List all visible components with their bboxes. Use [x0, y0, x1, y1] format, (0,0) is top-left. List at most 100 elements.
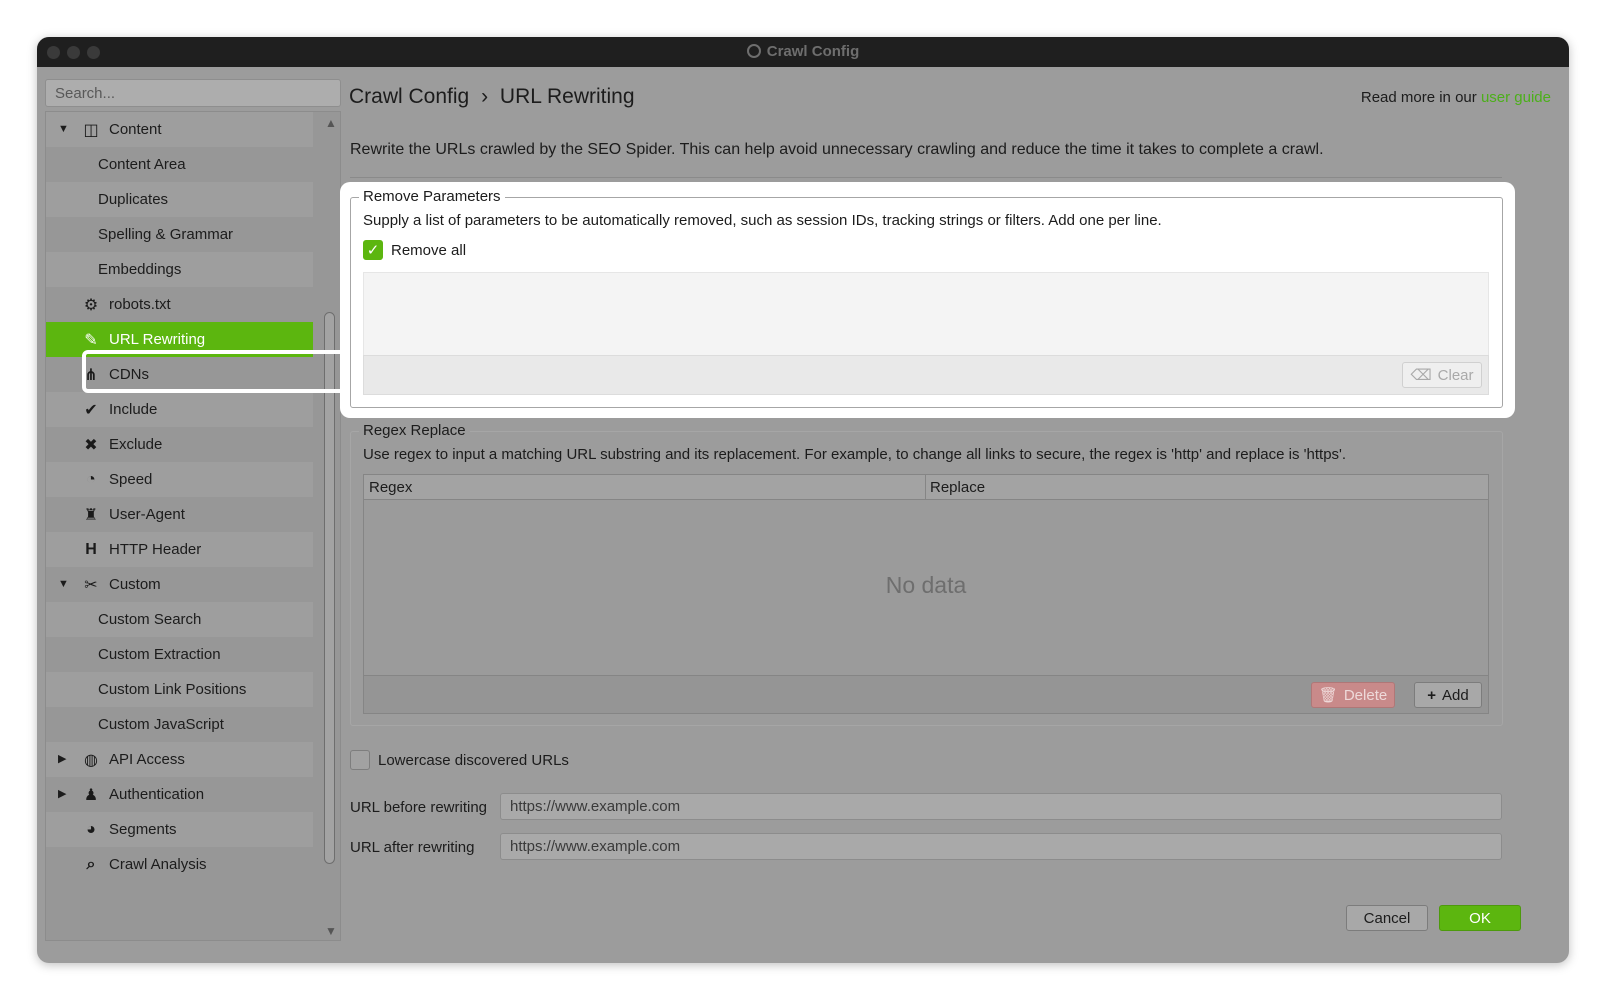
parameters-textarea[interactable] [363, 272, 1489, 356]
edit-icon: ✎ [84, 332, 98, 349]
remove-all-label: Remove all [391, 241, 467, 259]
search-input[interactable] [45, 79, 341, 107]
column-header-regex[interactable]: Regex [364, 475, 412, 500]
sidebar-item-label: Content Area [98, 156, 186, 173]
clear-button[interactable]: ⌫ Clear [1402, 362, 1482, 388]
selection-highlight-ring [82, 350, 355, 393]
sidebar-item-user-agent[interactable]: ♜ User-Agent [46, 497, 313, 532]
sidebar-item-authentication[interactable]: ▶ ♟ Authentication [46, 777, 313, 812]
regex-replace-description: Use regex to input a matching URL substr… [363, 446, 1347, 463]
sidebar-item-custom-extraction[interactable]: Custom Extraction [46, 637, 313, 672]
sidebar-item-speed[interactable]: ◔ Speed [46, 462, 313, 497]
sidebar-item-label: Content [109, 121, 162, 138]
page-description: Rewrite the URLs crawled by the SEO Spid… [350, 141, 1324, 158]
sidebar-item-http-header[interactable]: H HTTP Header [46, 532, 313, 567]
tools-icon: ✂ [84, 577, 98, 594]
search-icon: ⌕ [86, 856, 96, 873]
trash-icon: 🗑 [1318, 687, 1338, 704]
regex-replace-group: Regex Replace Use regex to input a match… [350, 422, 1503, 726]
url-after-field[interactable]: https://www.example.com [500, 833, 1502, 860]
parameters-footer: ⌫ Clear [363, 355, 1489, 395]
sidebar-item-custom-search[interactable]: Custom Search [46, 602, 313, 637]
sidebar-scrollbar[interactable]: ▲ ▼ [318, 112, 340, 940]
sidebar-item-label: Include [109, 401, 158, 418]
sidebar-item-label: Embeddings [98, 261, 182, 278]
empty-state: No data [885, 572, 967, 598]
delete-button[interactable]: 🗑 Delete [1311, 682, 1395, 708]
heading-icon: H [85, 541, 97, 558]
ok-button[interactable]: OK [1439, 905, 1521, 931]
remove-parameters-title: Remove Parameters [359, 188, 505, 205]
globe-icon: ◍ [84, 752, 98, 769]
sidebar-item-content-area[interactable]: Content Area [46, 147, 313, 182]
expand-arrow-icon[interactable]: ▶ [58, 742, 66, 777]
robot-icon: ⚙ [83, 297, 99, 314]
sidebar-item-duplicates[interactable]: Duplicates [46, 182, 313, 217]
sidebar-item-label: Crawl Analysis [109, 856, 207, 873]
sidebar-item-custom[interactable]: ▼ ✂ Custom [46, 567, 313, 602]
scroll-down-icon[interactable]: ▼ [325, 924, 337, 938]
sidebar-item-label: Segments [109, 821, 177, 838]
user-guide-link[interactable]: user guide [1481, 89, 1551, 106]
sidebar-item-label: Custom JavaScript [98, 716, 224, 733]
eraser-icon: ⌫ [1410, 367, 1432, 384]
sidebar-item-label: API Access [109, 751, 185, 768]
collapse-arrow-icon[interactable]: ▼ [58, 112, 69, 147]
regex-replace-title: Regex Replace [359, 422, 470, 439]
sidebar-item-spelling-grammar[interactable]: Spelling & Grammar [46, 217, 313, 252]
sidebar-item-crawl-analysis[interactable]: ⌕ Crawl Analysis [46, 847, 313, 882]
sidebar-item-label: User-Agent [109, 506, 185, 523]
gauge-icon: ◔ [86, 471, 96, 488]
x-circle-icon: ✖ [84, 437, 98, 454]
remove-all-row[interactable]: ✓ Remove all [363, 240, 466, 260]
sidebar-item-content[interactable]: ▼ ◫ Content [46, 112, 313, 147]
sidebar-item-include[interactable]: ✔ Include [46, 392, 313, 427]
column-header-replace[interactable]: Replace [925, 475, 985, 500]
divider [350, 177, 1502, 178]
sidebar-item-label: Speed [109, 471, 153, 488]
check-circle-icon: ✔ [84, 402, 98, 419]
sidebar-item-label: robots.txt [109, 296, 171, 313]
remove-parameters-description: Supply a list of parameters to be automa… [363, 212, 1162, 229]
cancel-button[interactable]: Cancel [1346, 905, 1428, 931]
user-secret-icon: ♜ [83, 507, 99, 524]
sidebar-item-label: Spelling & Grammar [98, 226, 234, 243]
sidebar-item-segments[interactable]: ◕ Segments [46, 812, 313, 847]
plus-icon: + [1427, 686, 1437, 704]
lowercase-checkbox[interactable] [350, 750, 370, 770]
lowercase-label: Lowercase discovered URLs [378, 751, 569, 769]
user-lock-icon: ♟ [83, 787, 99, 804]
sidebar-nav: ▼ ◫ Content Content Area Duplicates Spelling … [45, 111, 341, 941]
sidebar-item-embeddings[interactable]: Embeddings [46, 252, 313, 287]
crawl-config-window: Crawl Config ▼ ◫ Content Content Area Duplic… [37, 37, 1569, 963]
breadcrumb-separator: › [481, 85, 489, 108]
add-button[interactable]: + Add [1414, 682, 1482, 708]
scroll-up-icon[interactable]: ▲ [325, 116, 337, 130]
regex-table-header: Regex Replace [364, 475, 1488, 500]
title-bar: Crawl Config [37, 37, 1569, 67]
sidebar-item-label: Custom Link Positions [98, 681, 247, 698]
sidebar-item-custom-javascript[interactable]: Custom JavaScript [46, 707, 313, 742]
remove-all-checkbox[interactable]: ✓ [363, 240, 383, 260]
url-after-label: URL after rewriting [350, 839, 475, 856]
sidebar-item-api-access[interactable]: ▶ ◍ API Access [46, 742, 313, 777]
sidebar-item-robots-txt[interactable]: ⚙ robots.txt [46, 287, 313, 322]
remove-parameters-group: Remove Parameters Supply a list of param… [350, 188, 1503, 408]
lowercase-row[interactable]: Lowercase discovered URLs [350, 750, 569, 770]
collapse-arrow-icon[interactable]: ▼ [58, 567, 69, 602]
sidebar-item-label: Exclude [109, 436, 163, 453]
scroll-thumb[interactable] [324, 312, 335, 864]
sidebar-item-custom-link-positions[interactable]: Custom Link Positions [46, 672, 313, 707]
window-title: Crawl Config [37, 37, 1569, 67]
columns-icon: ◫ [83, 122, 99, 139]
sidebar-item-label: HTTP Header [109, 541, 202, 558]
breadcrumb: Crawl Config › URL Rewriting [349, 85, 635, 109]
url-before-field[interactable]: https://www.example.com [500, 793, 1502, 820]
expand-arrow-icon[interactable]: ▶ [58, 777, 66, 812]
url-before-label: URL before rewriting [350, 799, 487, 816]
regex-table-footer: 🗑 Delete + Add [364, 675, 1488, 713]
breadcrumb-current: URL Rewriting [499, 85, 635, 108]
sidebar-item-exclude[interactable]: ✖ Exclude [46, 427, 313, 462]
breadcrumb-root[interactable]: Crawl Config [349, 85, 469, 108]
sidebar-item-label: Authentication [109, 786, 205, 803]
